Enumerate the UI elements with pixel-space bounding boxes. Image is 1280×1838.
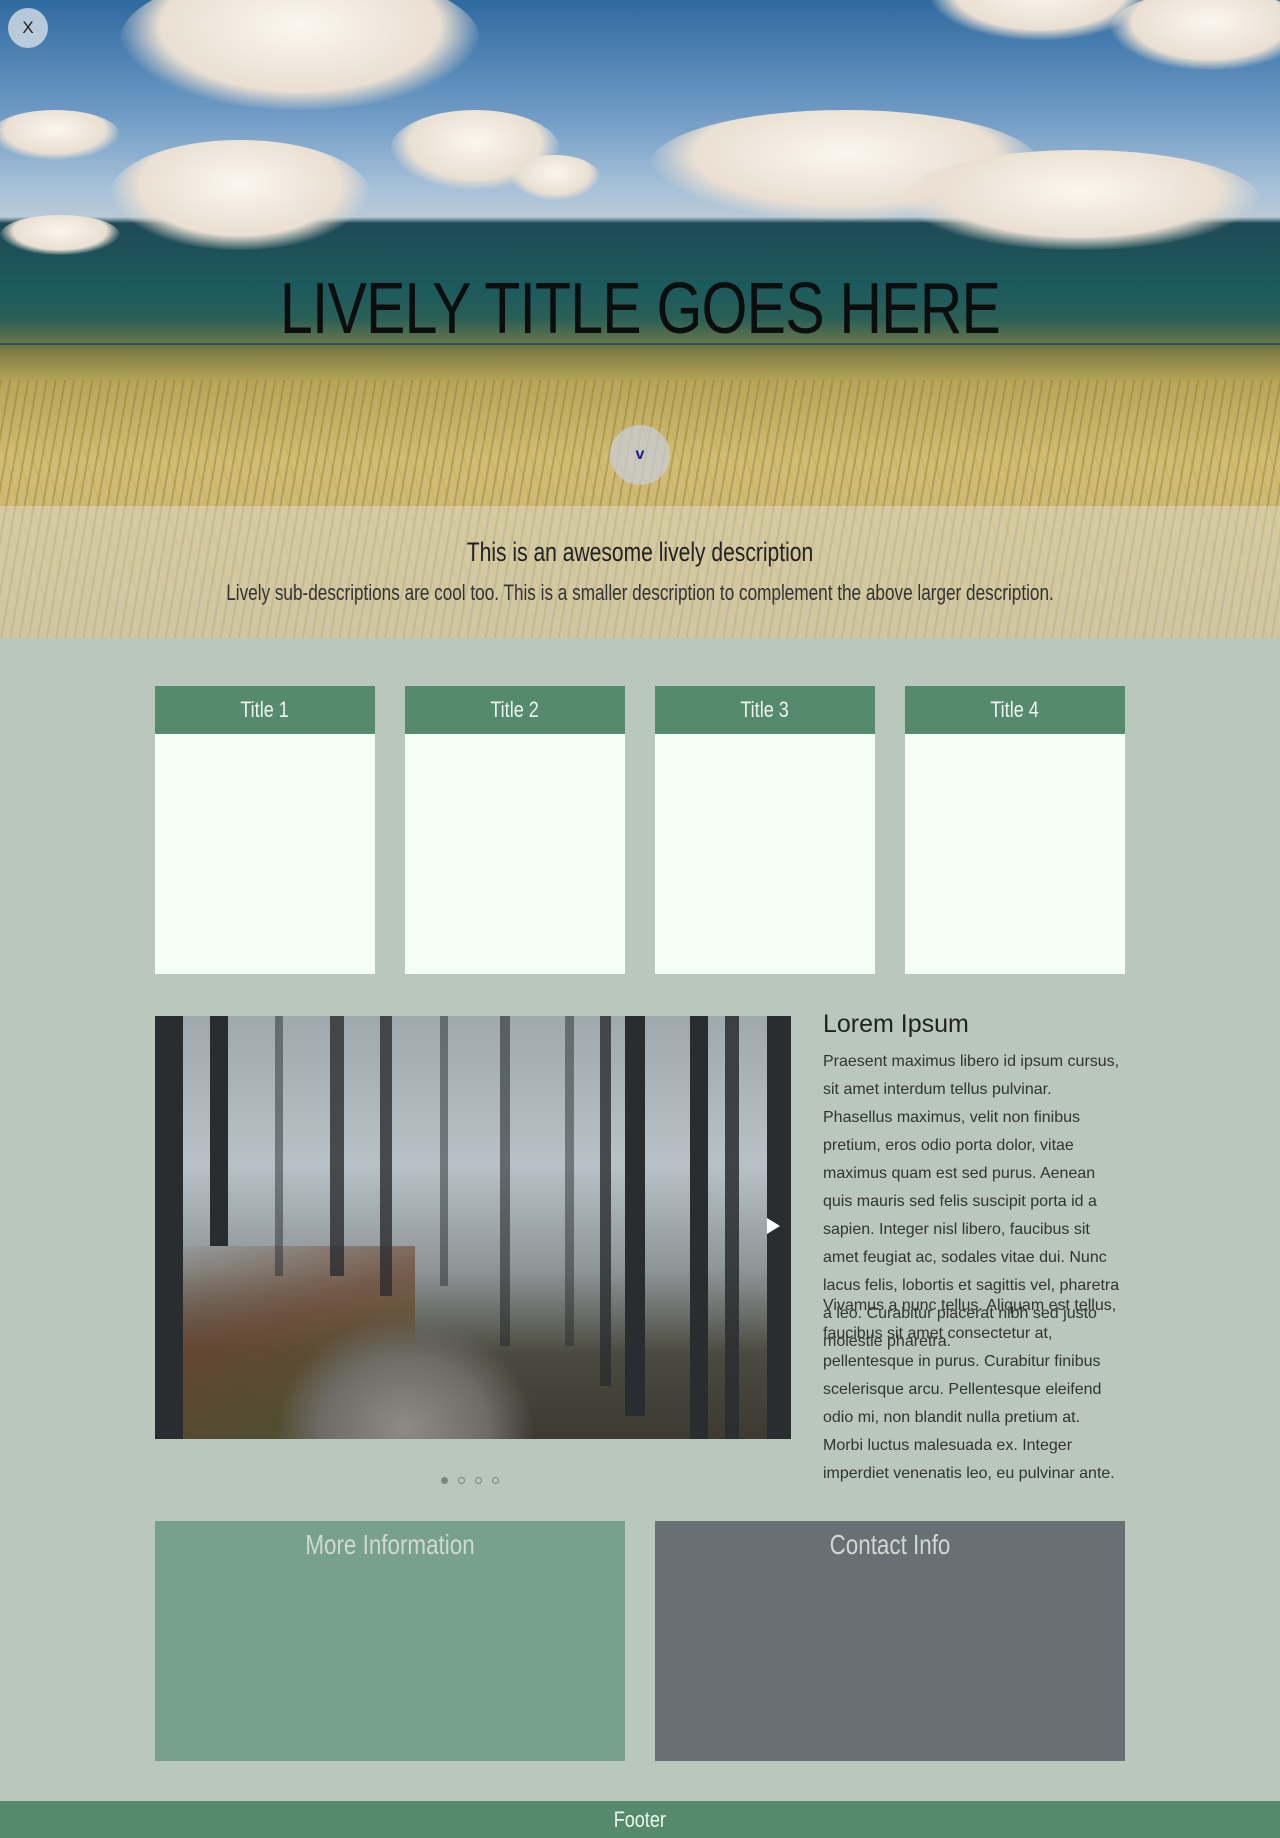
next-slide-icon[interactable] <box>767 1218 780 1234</box>
footer-label: Footer <box>613 1806 667 1832</box>
tree-trunk <box>440 1016 448 1286</box>
tree-trunk <box>725 1016 739 1439</box>
tree-trunk <box>500 1016 510 1346</box>
card-title-bar: Title 1 <box>155 686 375 734</box>
carousel-dot[interactable] <box>441 1477 448 1484</box>
card-title: Title 4 <box>990 697 1040 722</box>
card-1: Title 1 <box>155 686 375 974</box>
card-title: Title 2 <box>490 697 540 722</box>
card-title: Title 1 <box>240 697 290 722</box>
tree-trunk <box>380 1016 392 1296</box>
tree-trunk <box>625 1016 645 1416</box>
card-title: Title 3 <box>740 697 790 722</box>
close-button[interactable]: X <box>8 8 48 48</box>
carousel-dot[interactable] <box>492 1477 499 1484</box>
card-title-bar: Title 4 <box>905 686 1125 734</box>
card-title-bar: Title 2 <box>405 686 625 734</box>
forest-path <box>275 1316 535 1439</box>
tree-trunk <box>565 1016 574 1346</box>
card-title-bar: Title 3 <box>655 686 875 734</box>
hero-sub-description: Lively sub-descriptions are cool too. Th… <box>226 580 1054 605</box>
cloud <box>0 110 120 160</box>
hero-description: This is an awesome lively description <box>466 537 814 567</box>
article-paragraph-2: Vivamus a nunc tellus. Aliquam est tellu… <box>823 1297 1117 1482</box>
card-4: Title 4 <box>905 686 1125 974</box>
cloud <box>120 0 480 110</box>
cloud <box>900 150 1260 250</box>
article-title: Lorem Ipsum <box>823 1010 969 1038</box>
carousel-dot[interactable] <box>475 1477 482 1484</box>
description-band <box>0 506 1280 638</box>
carousel-dots <box>441 1477 499 1484</box>
carousel-image <box>155 1016 791 1439</box>
scroll-down-button[interactable]: v <box>610 425 670 485</box>
tree-trunk <box>330 1016 344 1276</box>
carousel-dot[interactable] <box>458 1477 465 1484</box>
footer: Footer <box>0 1801 1280 1838</box>
more-information-title: More Information <box>305 1529 475 1560</box>
tree-trunk <box>155 1016 183 1439</box>
hero-title: LIVELY TITLE GOES HERE <box>279 269 1001 349</box>
tree-trunk <box>600 1016 611 1386</box>
card-2: Title 2 <box>405 686 625 974</box>
tree-trunk <box>275 1016 283 1276</box>
contact-info-title: Contact Info <box>829 1529 951 1560</box>
more-information-box: More Information <box>155 1521 625 1761</box>
cloud <box>110 140 370 250</box>
cloud <box>0 215 120 255</box>
tree-trunk <box>690 1016 708 1439</box>
article-paragraph: Vivamus a nunc tellus. Aliquam est tellu… <box>823 1292 1123 1488</box>
contact-info-box: Contact Info <box>655 1521 1125 1761</box>
cloud <box>510 155 600 200</box>
tree-trunk <box>210 1016 228 1246</box>
card-3: Title 3 <box>655 686 875 974</box>
cloud <box>1110 0 1280 70</box>
